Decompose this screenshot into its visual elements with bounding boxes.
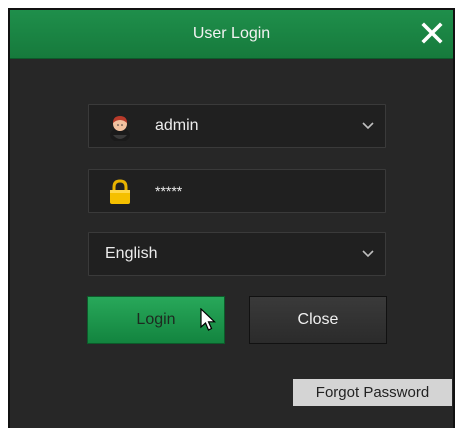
language-select[interactable]: English	[88, 232, 386, 276]
mouse-pointer-icon	[200, 307, 218, 332]
username-value: admin	[155, 117, 199, 134]
user-icon	[107, 113, 133, 142]
title-bar: User Login	[10, 10, 453, 59]
chevron-down-icon[interactable]	[361, 247, 375, 261]
language-value: English	[105, 245, 158, 262]
lock-icon	[107, 178, 133, 206]
close-button[interactable]: Close	[249, 296, 387, 344]
username-select[interactable]: admin	[88, 104, 386, 148]
chevron-down-icon[interactable]	[361, 119, 375, 133]
password-value: *****	[155, 183, 183, 199]
dialog-title: User Login	[192, 25, 271, 42]
close-icon[interactable]	[415, 18, 449, 50]
forgot-password-link[interactable]: Forgot Password	[293, 379, 452, 406]
password-field[interactable]: *****	[88, 169, 386, 213]
login-dialog: User Login admin ***** English Login Clo…	[8, 8, 455, 428]
